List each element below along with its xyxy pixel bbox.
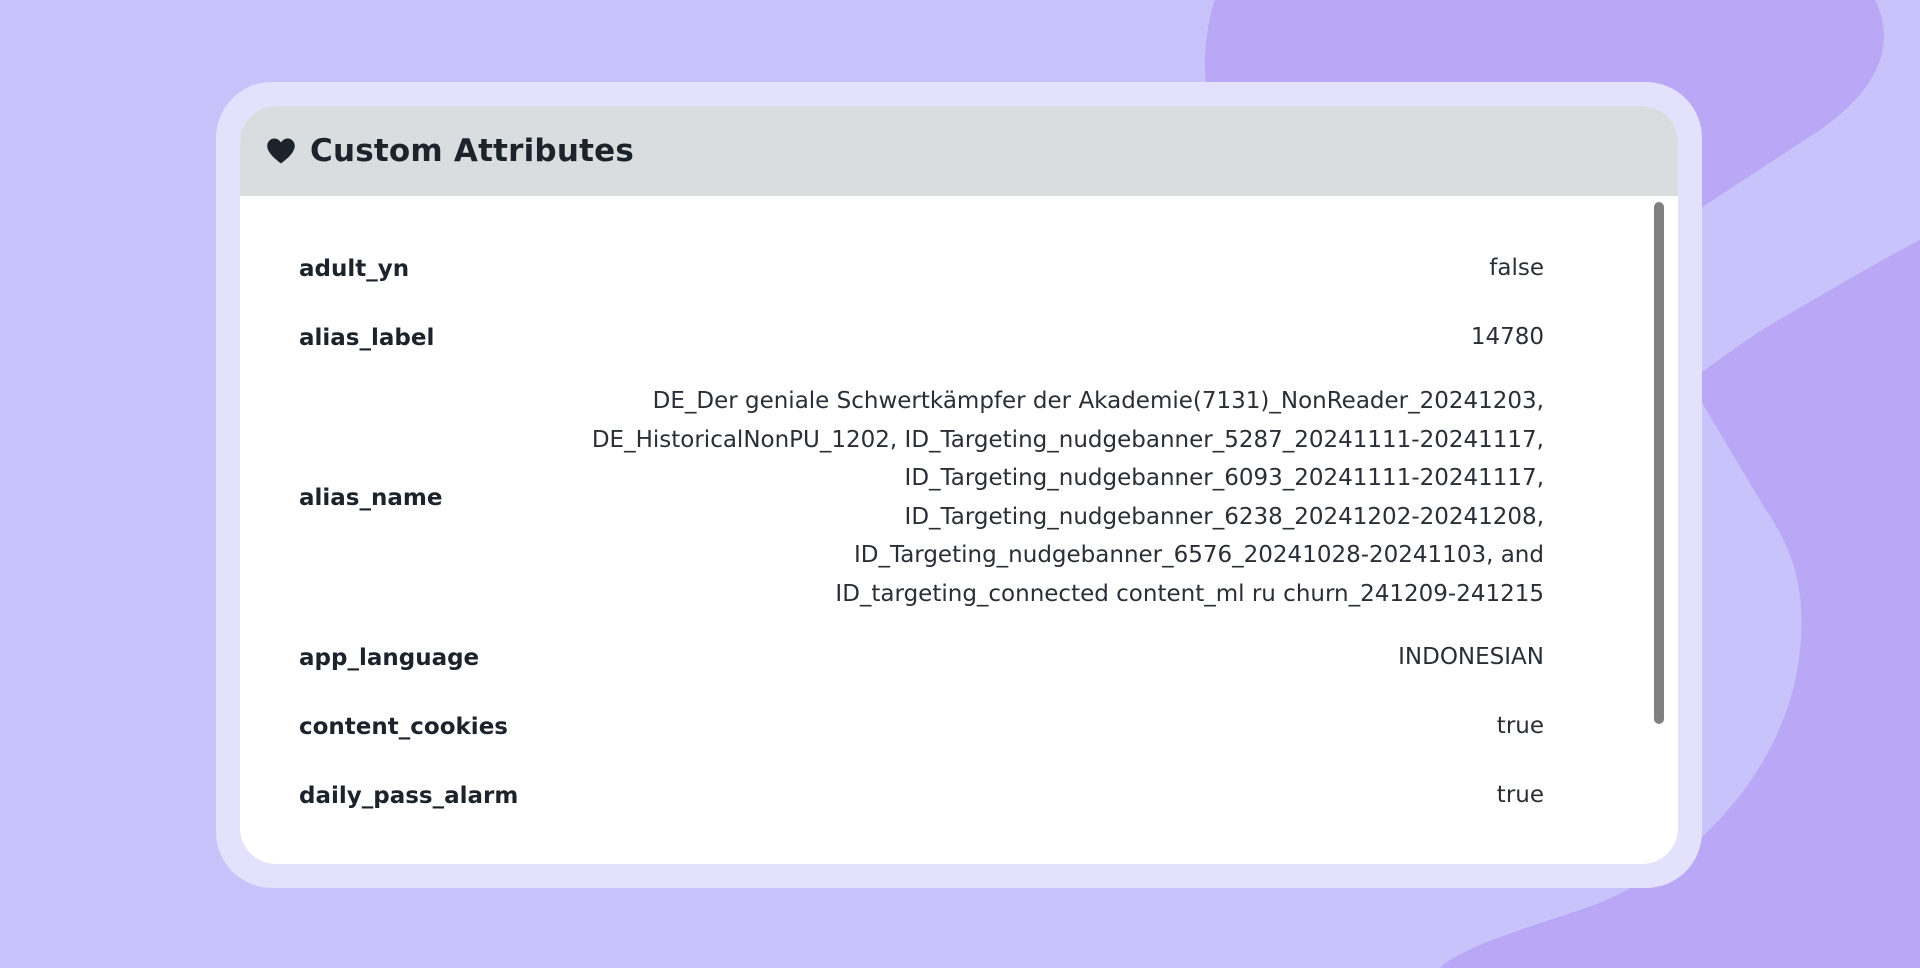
attribute-row: alias_name DE_Der geniale Schwertkämpfer… — [299, 372, 1544, 623]
attribute-value: false — [1489, 249, 1544, 288]
attribute-value-line: false — [1489, 255, 1544, 282]
panel-header: Custom Attributes — [240, 106, 1678, 196]
attribute-value: INDONESIAN — [1398, 638, 1544, 677]
panel-title: Custom Attributes — [310, 133, 634, 169]
attribute-row: alias_label 14780 — [299, 303, 1544, 372]
scrollbar[interactable] — [1652, 198, 1666, 864]
attribute-value: true — [1497, 707, 1544, 746]
attribute-value-line: ID_Targeting_nudgebanner_6238_20241202-2… — [904, 503, 1544, 530]
attribute-value-line: ID_Targeting_nudgebanner_6576_20241028-2… — [853, 542, 1544, 568]
attribute-value-line: true — [1496, 782, 1544, 809]
attribute-row: app_language INDONESIAN — [299, 623, 1544, 692]
attribute-key: content_cookies — [299, 713, 508, 740]
attribute-key: app_language — [299, 644, 480, 671]
attribute-key: adult_yn — [299, 255, 410, 282]
attribute-value: true — [1497, 776, 1544, 815]
attribute-row: content_cookies true — [299, 692, 1544, 761]
attribute-value-line: ID_targeting_connected content_ml ru chu… — [835, 580, 1544, 607]
attribute-value: DE_Der geniale Schwertkämpfer der Akadem… — [592, 382, 1544, 613]
attribute-row: adult_yn false — [299, 234, 1544, 303]
heart-icon — [267, 138, 295, 164]
attribute-value-line: DE_Der geniale Schwertkämpfer der Akadem… — [652, 388, 1544, 414]
attribute-key: daily_pass_alarm — [299, 782, 519, 809]
attribute-value-line: INDONESIAN — [1398, 644, 1544, 671]
attribute-value-line: DE_HistoricalNonPU_1202, ID_Targeting_nu… — [591, 426, 1544, 453]
attribute-value: 14780 — [1471, 318, 1544, 357]
attribute-value-line: 14780 — [1470, 324, 1544, 351]
attribute-key: alias_label — [299, 324, 435, 351]
custom-attributes-panel: Custom Attributes adult_yn false alias_l… — [240, 106, 1678, 864]
attributes-list[interactable]: adult_yn false alias_label 14780 alias_n… — [240, 196, 1678, 864]
attribute-key: alias_name — [299, 484, 443, 511]
attribute-value-line: true — [1496, 713, 1544, 740]
attribute-value-line: ID_Targeting_nudgebanner_6093_20241111-2… — [904, 465, 1544, 491]
attribute-row: daily_pass_alarm true — [299, 761, 1544, 830]
scrollbar-thumb[interactable] — [1654, 202, 1664, 724]
